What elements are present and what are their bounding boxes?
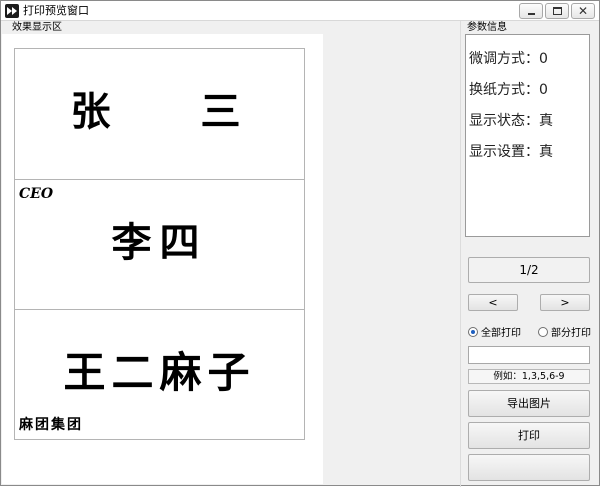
preview-area: 张 三 CEO 李四 王二麻子 麻团集团 [2,34,323,484]
param-display-status: 显示状态：真 [469,113,553,129]
radio-selected-icon [468,327,478,337]
params-group-label: 参数信息 [467,22,507,33]
card-name: 李四 [111,219,208,266]
extra-button[interactable] [468,454,590,481]
radio-print-partial[interactable]: 部分打印 [538,327,591,341]
page-range-hint: 例如：1,3,5,6-9 [468,369,590,384]
app-icon [5,4,19,18]
card-name: 王二麻子 [63,348,256,397]
page-indicator: 1/2 [468,257,590,283]
panel-divider [460,21,461,487]
preview-page: 张 三 CEO 李四 王二麻子 麻团集团 [14,48,305,440]
radio-print-all[interactable]: 全部打印 [468,327,521,341]
business-card: 张 三 [15,49,304,179]
card-title: CEO [19,186,54,202]
radio-print-all-label: 全部打印 [481,328,521,339]
radio-unselected-icon [538,327,548,337]
maximize-button[interactable] [545,3,569,19]
print-button[interactable]: 打印 [468,422,590,449]
param-paper-change: 换纸方式：0 [469,82,548,98]
next-page-button[interactable]: > [540,294,590,311]
card-name: 张 三 [70,88,279,135]
close-icon: ✕ [577,4,589,18]
minimize-button[interactable] [519,3,543,19]
maximize-icon [553,7,562,15]
preview-group-label: 效果显示区 [12,22,62,33]
close-button[interactable]: ✕ [571,3,595,19]
title-bar: 打印预览窗口 ✕ [1,1,599,21]
print-preview-window: 打印预览窗口 ✕ 效果显示区 张 三 CEO 李四 王二麻子 麻团集团 参数信息… [0,0,600,487]
params-box: 微调方式：0 换纸方式：0 显示状态：真 显示设置：真 [465,34,590,237]
prev-page-button[interactable]: < [468,294,518,311]
page-range-input[interactable] [468,346,590,364]
param-display-setting: 显示设置：真 [469,144,553,160]
window-title: 打印预览窗口 [23,4,89,17]
radio-print-partial-label: 部分打印 [551,328,591,339]
business-card: CEO 李四 [15,179,304,309]
minimize-icon [528,13,535,15]
export-image-button[interactable]: 导出图片 [468,390,590,417]
business-card: 王二麻子 麻团集团 [15,309,304,439]
param-fine-tune: 微调方式：0 [469,51,548,67]
card-company: 麻团集团 [19,417,83,433]
